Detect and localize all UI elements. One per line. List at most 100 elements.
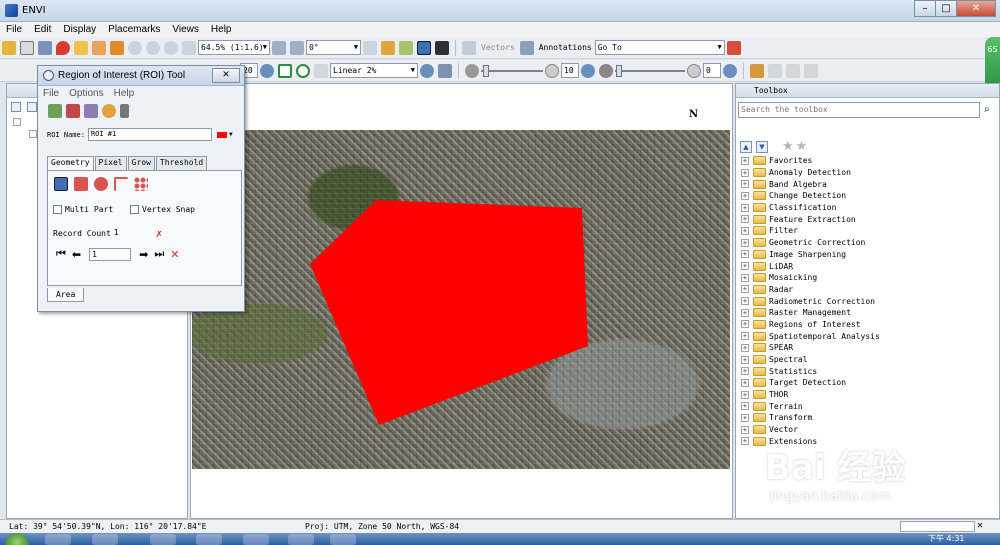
toolbox-item[interactable]: + Raster Management — [741, 307, 880, 319]
refresh-icon[interactable] — [260, 63, 274, 78]
roi-menu-help[interactable]: Help — [109, 88, 140, 99]
menu-views[interactable]: Views — [166, 24, 205, 35]
expand-plus-icon[interactable]: + — [741, 262, 749, 271]
toolbox-item[interactable]: + Feature Extraction — [741, 213, 880, 225]
expand-plus-icon[interactable]: + — [741, 297, 749, 306]
expand-plus-icon[interactable]: + — [741, 390, 749, 399]
select-icon[interactable] — [74, 40, 88, 55]
stretch-select[interactable]: Linear 2% ▼ — [330, 63, 418, 78]
tree-toggle-icon[interactable] — [13, 118, 21, 126]
close-button[interactable]: ✕ — [956, 0, 996, 17]
close-icon[interactable]: ✕ — [212, 68, 240, 83]
vertex-snap-checkbox[interactable]: Vertex Snap — [130, 205, 195, 214]
toolbox-item[interactable]: + Spatiotemporal Analysis — [741, 330, 880, 342]
toolbox-item[interactable]: + Mosaicking — [741, 272, 880, 284]
toolbox-item[interactable]: + Spectral — [741, 354, 880, 366]
expand-plus-icon[interactable]: + — [741, 285, 749, 294]
refresh-icon[interactable] — [723, 63, 737, 78]
zoom-select[interactable]: 64.5% (1:1.6) ▼ — [198, 40, 270, 55]
hand-icon[interactable] — [363, 40, 377, 55]
expand-plus-icon[interactable]: + — [741, 332, 749, 341]
menu-placemarks[interactable]: Placemarks — [102, 24, 166, 35]
roi-name-input[interactable]: ROI #1 — [87, 128, 212, 141]
toolbox-item[interactable]: + Anomaly Detection — [741, 167, 880, 179]
refresh-icon[interactable] — [581, 63, 595, 78]
toolbox-item[interactable]: + LiDAR — [741, 260, 880, 272]
annotations-menu[interactable]: Annotations — [539, 43, 592, 52]
taskbar-app-icon[interactable] — [92, 534, 118, 545]
fly-icon[interactable] — [110, 40, 124, 55]
rotate-icon[interactable] — [272, 40, 286, 55]
next-record-icon[interactable]: ➡ — [139, 248, 148, 261]
rectangle-tool-icon[interactable] — [74, 177, 88, 191]
delete-roi-icon[interactable] — [66, 104, 80, 118]
slider-thumb[interactable] — [616, 64, 622, 77]
zoom-icon[interactable] — [128, 40, 142, 55]
expand-plus-icon[interactable]: + — [741, 308, 749, 317]
search-icon[interactable]: ⌕ — [984, 104, 990, 115]
expand-plus-icon[interactable]: + — [741, 156, 749, 165]
zoom-extent-icon[interactable] — [278, 63, 292, 78]
expand-plus-icon[interactable]: + — [741, 320, 749, 329]
roi-stats-icon[interactable] — [102, 104, 116, 118]
toolbox-item[interactable]: + Terrain — [741, 400, 880, 412]
toolbox-item[interactable]: + Radiometric Correction — [741, 295, 880, 307]
expand-plus-icon[interactable]: + — [741, 437, 749, 446]
transparency-slider[interactable] — [615, 64, 685, 78]
toolbox-item[interactable]: + Radar — [741, 284, 880, 296]
export-icon[interactable] — [726, 40, 741, 55]
previous-record-icon[interactable]: ⬅ — [72, 248, 81, 261]
toolbox-item[interactable]: + Regions of Interest — [741, 319, 880, 331]
taskbar-app-icon[interactable] — [45, 534, 71, 545]
slider-thumb[interactable] — [483, 64, 489, 77]
expand-icon[interactable] — [27, 102, 37, 112]
toolbox-item[interactable]: + Change Detection — [741, 190, 880, 202]
toolbox-item[interactable]: + Band Algebra — [741, 178, 880, 190]
satellite-image[interactable] — [192, 130, 730, 469]
tab-grow[interactable]: Grow — [127, 156, 155, 170]
menu-edit[interactable]: Edit — [28, 24, 57, 35]
polygon-tool-icon[interactable] — [54, 177, 68, 191]
taskbar-app-icon[interactable] — [150, 534, 176, 545]
multi-part-checkbox[interactable]: Multi Part — [53, 205, 113, 214]
roi-polygon[interactable] — [310, 200, 588, 425]
checkbox-box[interactable] — [53, 205, 62, 214]
toolbox-item[interactable]: + Statistics — [741, 365, 880, 377]
expand-plus-icon[interactable]: + — [741, 168, 749, 177]
transparency-value[interactable]: 0 — [703, 63, 721, 78]
sharpen-value[interactable]: 10 — [561, 63, 579, 78]
chevron-down-icon[interactable]: ▼ — [229, 131, 233, 138]
sharpen-slider[interactable] — [481, 64, 543, 78]
crop-icon[interactable] — [38, 40, 52, 55]
favorite-star-outline-icon[interactable]: ★ — [796, 139, 808, 154]
expand-plus-icon[interactable]: + — [741, 343, 749, 352]
roi-dialog-titlebar[interactable]: Region of Interest (ROI) Tool ✕ — [38, 66, 244, 86]
taskbar-app-icon[interactable] — [243, 534, 269, 545]
tab-threshold[interactable]: Threshold — [155, 156, 208, 170]
menu-file[interactable]: File — [0, 24, 28, 35]
toolbox-search-input[interactable]: Search the toolbox — [738, 102, 980, 118]
first-record-icon[interactable]: ⏮ — [56, 247, 66, 261]
vectors-menu[interactable]: Vectors — [481, 43, 515, 52]
roi-tool-icon[interactable] — [417, 40, 431, 55]
expand-plus-icon[interactable]: + — [741, 191, 749, 200]
expand-plus-icon[interactable]: + — [741, 273, 749, 282]
roi-menu-file[interactable]: File — [38, 88, 64, 99]
expand-plus-icon[interactable]: + — [741, 250, 749, 259]
roi-menu-options[interactable]: Options — [64, 88, 108, 99]
roi-color-swatch[interactable] — [216, 131, 227, 138]
zoom-out-icon[interactable] — [164, 40, 178, 55]
menu-display[interactable]: Display — [57, 24, 102, 35]
tab-area[interactable]: Area — [47, 288, 85, 302]
point-tool-icon[interactable] — [134, 177, 148, 191]
expand-plus-icon[interactable]: + — [741, 180, 749, 189]
full-extent-icon[interactable] — [296, 63, 310, 78]
data-manager-icon[interactable] — [20, 40, 34, 55]
toolbox-item[interactable]: + Geometric Correction — [741, 237, 880, 249]
view-blend-icon[interactable] — [768, 63, 782, 78]
expand-plus-icon[interactable]: + — [741, 238, 749, 247]
view-flicker-icon[interactable] — [786, 63, 800, 78]
collapse-all-icon[interactable]: ▲ — [740, 140, 752, 153]
maximize-button[interactable]: □ — [935, 0, 957, 17]
placemark-icon[interactable] — [56, 40, 70, 55]
